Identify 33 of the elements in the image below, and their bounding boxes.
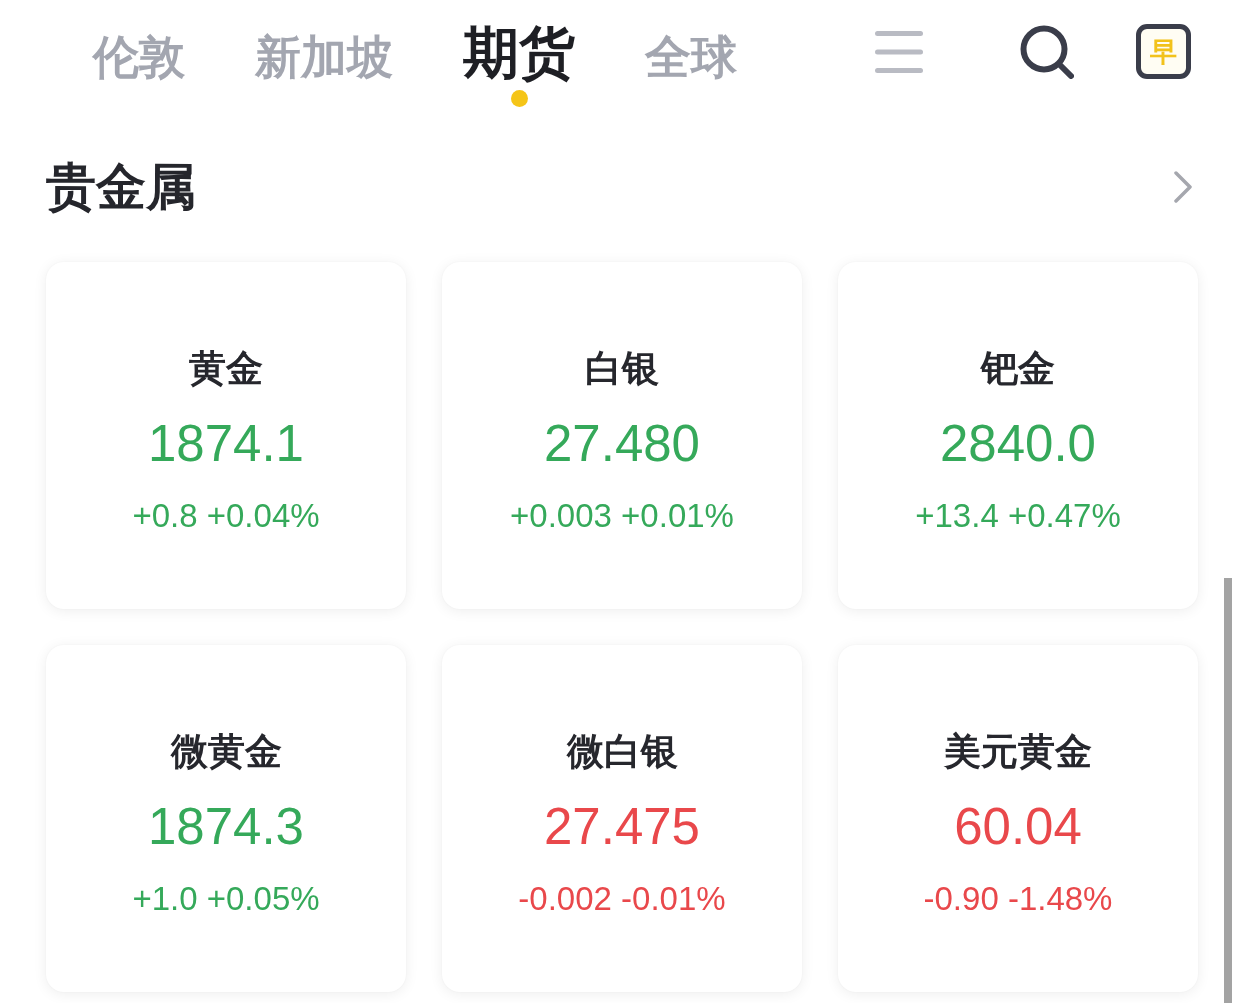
quote-card[interactable]: 微黄金 1874.3 +1.0 +0.05% (46, 645, 406, 992)
price: 27.480 (544, 415, 700, 472)
commodity-name: 微黄金 (170, 731, 282, 774)
price-change: +0.8 +0.04% (132, 497, 320, 534)
price: 2840.0 (940, 415, 1096, 472)
section-title: 贵金属 (46, 156, 196, 218)
price-change: +13.4 +0.47% (915, 497, 1121, 534)
commodity-name: 白银 (585, 348, 659, 391)
active-dot-icon (510, 89, 528, 107)
tab[interactable]: 期货 (463, 22, 575, 107)
price-change: -0.002 -0.01% (518, 880, 726, 917)
chevron-right-icon (1174, 171, 1192, 203)
quote-card[interactable]: 白银 27.480 +0.003 +0.01% (442, 262, 802, 609)
menu-icon (875, 29, 923, 74)
menu-button[interactable] (875, 29, 923, 74)
price: 1874.1 (148, 415, 304, 472)
price: 1874.3 (148, 798, 304, 855)
quote-card[interactable]: 钯金 2840.0 +13.4 +0.47% (838, 262, 1198, 609)
search-button[interactable] (1020, 24, 1074, 79)
price-change: +0.003 +0.01% (510, 497, 734, 534)
price-change: -0.90 -1.48% (923, 880, 1113, 917)
price: 60.04 (954, 798, 1082, 855)
quote-card[interactable]: 微白银 27.475 -0.002 -0.01% (442, 645, 802, 992)
commodity-name: 黄金 (189, 348, 263, 391)
price-change: +1.0 +0.05% (132, 880, 320, 917)
price: 27.475 (544, 798, 700, 855)
search-icon (1020, 24, 1074, 79)
quote-card[interactable]: 黄金 1874.1 +0.8 +0.04% (46, 262, 406, 609)
commodity-name: 钯金 (981, 348, 1055, 391)
commodity-name: 美元黄金 (944, 731, 1092, 774)
more-button[interactable] (1174, 171, 1192, 203)
commodity-name: 微白银 (566, 731, 678, 774)
quote-card[interactable]: 美元黄金 60.04 -0.90 -1.48% (838, 645, 1198, 992)
